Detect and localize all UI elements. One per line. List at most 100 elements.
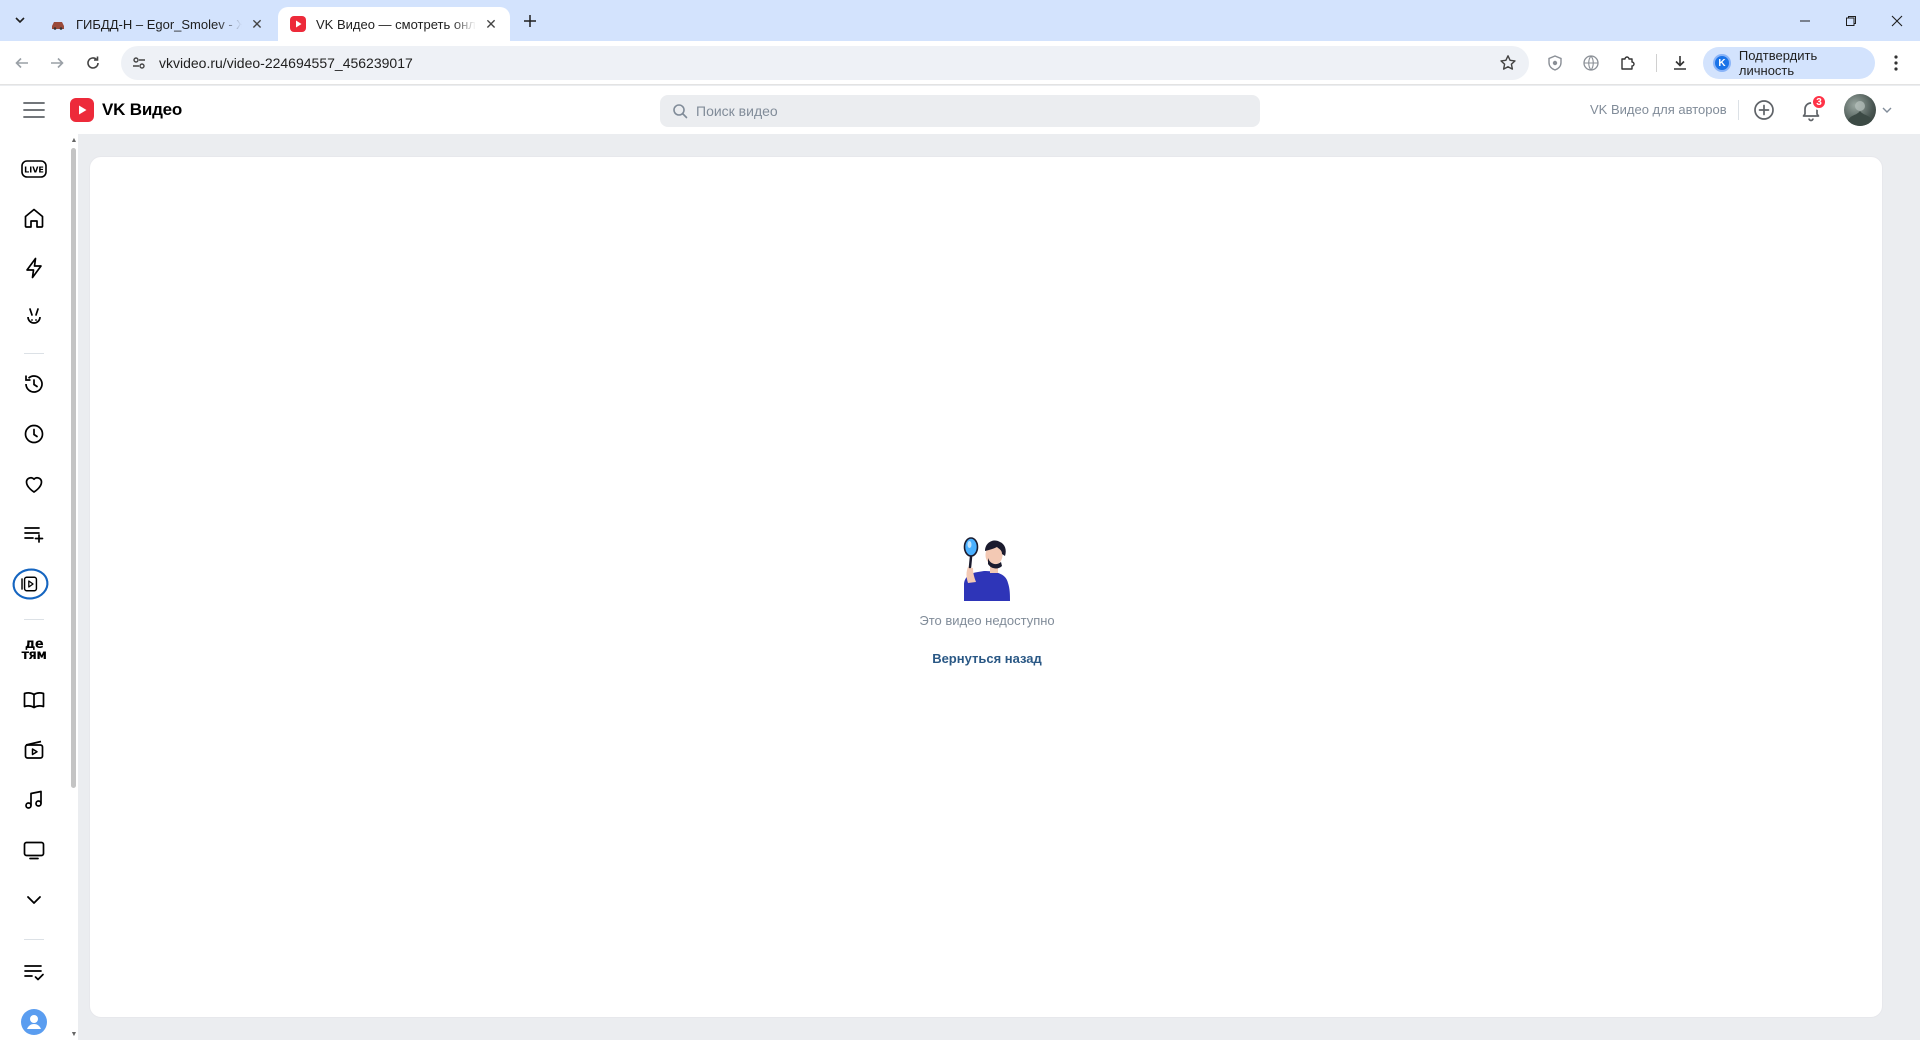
minimize-icon xyxy=(1800,20,1810,21)
sidebar-item-my-videos[interactable] xyxy=(12,568,50,600)
sidebar-item-playlists[interactable] xyxy=(18,518,50,550)
home-icon xyxy=(24,208,44,228)
music-icon xyxy=(25,790,42,809)
add-video-icon[interactable] xyxy=(1752,98,1776,122)
history-icon xyxy=(25,375,43,393)
reload-button[interactable] xyxy=(80,50,106,76)
menu-icon[interactable] xyxy=(22,100,46,120)
kids-icon: де тям xyxy=(21,637,47,663)
vk-video-favicon-icon xyxy=(290,16,306,32)
tab-title: ГИБДД-Н – Egor_Smolev - Жалоба xyxy=(76,16,242,32)
reload-icon xyxy=(87,56,99,69)
notifications-badge: 3 xyxy=(1811,94,1827,110)
close-tab-icon[interactable]: ✕ xyxy=(248,15,266,33)
bookmark-star-icon[interactable] xyxy=(1499,54,1517,72)
vk-video-logo-icon xyxy=(70,98,94,122)
sidebar-item-clips[interactable] xyxy=(18,302,50,334)
browser-menu-button[interactable] xyxy=(1886,53,1906,73)
toolbar-separator xyxy=(1656,54,1657,72)
arrow-left-icon xyxy=(15,57,28,69)
browser-tab-strip: ГИБДД-Н – Egor_Smolev - Жалоба ✕ VK Виде… xyxy=(0,0,1920,41)
logo-text: VK Видео xyxy=(102,100,183,119)
tab-search-button[interactable] xyxy=(7,8,33,32)
plus-icon xyxy=(524,15,536,27)
verify-identity-label: Подтвердить личность xyxy=(1738,48,1818,78)
sidebar-item-more[interactable] xyxy=(18,884,50,916)
sidebar-item-films[interactable] xyxy=(18,734,50,766)
more-vertical-icon xyxy=(1894,55,1898,71)
svg-text:LIVE: LIVE xyxy=(24,166,44,175)
site-settings-icon[interactable] xyxy=(129,53,149,73)
user-avatar[interactable] xyxy=(1844,94,1876,126)
list-check-icon xyxy=(24,965,44,981)
verify-identity-button[interactable]: K Подтвердить личность xyxy=(1703,47,1875,79)
tv-icon xyxy=(23,841,45,860)
playlist-add-icon xyxy=(24,527,44,543)
car-favicon-icon xyxy=(50,16,66,32)
minimize-button[interactable] xyxy=(1782,0,1828,41)
lightning-icon xyxy=(26,257,42,279)
magnifier-person-illustration-icon xyxy=(963,537,1010,601)
sidebar: LIVE де тям xyxy=(0,134,78,1040)
scroll-down-arrow-icon[interactable]: ▼ xyxy=(70,1030,78,1038)
restore-icon xyxy=(1846,15,1856,26)
sidebar-separator xyxy=(24,619,44,620)
tab-gibdd[interactable]: ГИБДД-Н – Egor_Smolev - Жалоба ✕ xyxy=(38,7,276,41)
new-tab-button[interactable] xyxy=(518,9,542,33)
restore-button[interactable] xyxy=(1828,0,1874,41)
sidebar-item-tv[interactable] xyxy=(18,834,50,866)
sidebar-item-kids[interactable]: де тям xyxy=(18,634,50,666)
for-authors-link[interactable]: VK Видео для авторов xyxy=(1590,102,1727,117)
sidebar-item-live[interactable]: LIVE xyxy=(18,153,50,185)
sidebar-separator xyxy=(24,939,44,940)
main-content-card: Это видео недоступно Вернуться назад xyxy=(89,156,1883,1018)
forward-button[interactable] xyxy=(44,50,70,76)
film-icon xyxy=(24,740,44,759)
sidebar-item-profile[interactable] xyxy=(18,1006,50,1038)
clock-icon xyxy=(24,424,44,444)
search-icon xyxy=(673,104,688,119)
sidebar-item-music[interactable] xyxy=(18,784,50,816)
sidebar-item-trending[interactable] xyxy=(18,252,50,284)
close-tab-icon[interactable]: ✕ xyxy=(482,15,500,33)
address-bar[interactable]: vkvideo.ru/video-224694557_456239017 xyxy=(121,46,1529,80)
chevron-down-icon xyxy=(27,896,41,904)
sidebar-item-home[interactable] xyxy=(18,202,50,234)
sidebar-scroll-thumb[interactable] xyxy=(71,148,76,788)
book-icon xyxy=(23,691,45,709)
video-unavailable-state: Это видео недоступно Вернуться назад xyxy=(90,157,1884,1019)
globe-extension-icon[interactable] xyxy=(1581,53,1601,73)
arrow-right-icon xyxy=(51,57,64,69)
search-input[interactable] xyxy=(696,103,1236,119)
vk-video-logo[interactable]: VK Видео xyxy=(70,98,182,122)
sidebar-item-education[interactable] xyxy=(18,684,50,716)
heart-icon xyxy=(25,476,43,493)
url-text: vkvideo.ru/video-224694557_456239017 xyxy=(159,55,413,71)
downloads-icon[interactable] xyxy=(1670,53,1690,73)
search-box[interactable] xyxy=(660,95,1260,127)
verify-avatar-icon: K xyxy=(1713,54,1731,72)
video-unavailable-message: Это видео недоступно xyxy=(919,613,1055,628)
sidebar-item-liked[interactable] xyxy=(18,468,50,500)
tab-vk-video[interactable]: VK Видео — смотреть онлайн ✕ xyxy=(278,7,510,41)
chevron-down-icon xyxy=(15,17,25,24)
shield-extension-icon[interactable] xyxy=(1545,53,1565,73)
scroll-up-arrow-icon[interactable]: ▲ xyxy=(70,136,78,144)
clips-icon xyxy=(27,308,41,324)
live-icon: LIVE xyxy=(21,160,47,178)
sidebar-item-subscriptions[interactable] xyxy=(18,956,50,988)
sidebar-item-history[interactable] xyxy=(18,368,50,400)
tab-title: VK Видео — смотреть онлайн xyxy=(316,16,476,32)
extensions-puzzle-icon[interactable] xyxy=(1618,53,1638,73)
go-back-link-wrapper: Вернуться назад xyxy=(90,651,1884,666)
header-separator xyxy=(1738,100,1739,120)
close-window-button[interactable] xyxy=(1874,0,1920,41)
my-videos-icon xyxy=(12,568,49,600)
sidebar-separator xyxy=(24,353,44,354)
sidebar-item-watch-later[interactable] xyxy=(18,418,50,450)
close-icon xyxy=(1891,15,1903,26)
chevron-down-icon[interactable] xyxy=(1882,106,1892,114)
go-back-link[interactable]: Вернуться назад xyxy=(932,651,1042,666)
back-button[interactable] xyxy=(9,50,35,76)
vk-header: VK Видео VK Видео для авторов 3 xyxy=(0,86,1920,134)
